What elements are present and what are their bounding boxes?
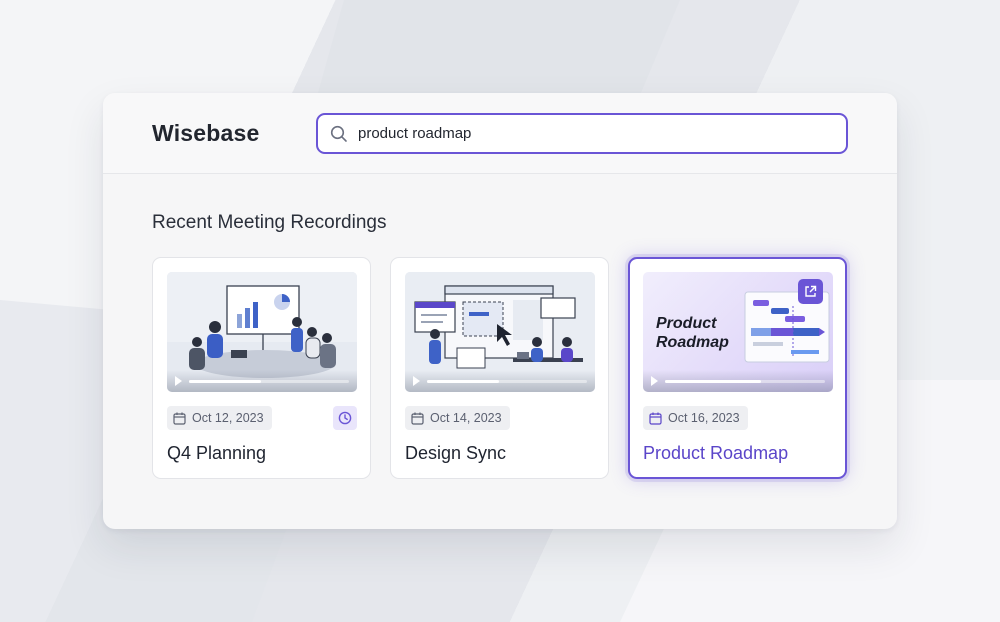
play-icon[interactable] <box>651 376 658 386</box>
section-title: Recent Meeting Recordings <box>152 212 387 233</box>
video-thumbnail[interactable] <box>167 272 357 392</box>
recording-card-q4-planning[interactable]: Oct 12, 2023 Q4 Planning <box>152 257 371 479</box>
calendar-icon <box>411 412 424 425</box>
search-input[interactable] <box>358 125 818 142</box>
recording-card-design-sync[interactable]: Oct 14, 2023 Design Sync <box>390 257 609 479</box>
history-button[interactable] <box>333 406 357 430</box>
video-player-controls <box>405 370 595 392</box>
search-icon <box>330 125 347 142</box>
recording-card-product-roadmap[interactable]: Product Roadmap Oct 16, 2023 Product Roa… <box>628 257 847 479</box>
date-label: Oct 12, 2023 <box>192 411 264 425</box>
play-icon[interactable] <box>175 376 182 386</box>
card-title[interactable]: Design Sync <box>405 443 506 464</box>
clock-icon <box>338 411 352 425</box>
progress-track[interactable] <box>665 380 825 383</box>
video-player-controls <box>643 370 833 392</box>
date-label: Oct 16, 2023 <box>668 411 740 425</box>
date-badge: Oct 14, 2023 <box>405 406 510 430</box>
external-link-icon <box>805 285 817 297</box>
date-badge: Oct 16, 2023 <box>643 406 748 430</box>
video-player-controls <box>167 370 357 392</box>
card-title[interactable]: Product Roadmap <box>643 443 788 464</box>
date-label: Oct 14, 2023 <box>430 411 502 425</box>
app-logo[interactable]: Wisebase <box>152 120 260 147</box>
calendar-icon <box>649 412 662 425</box>
video-thumbnail[interactable] <box>405 272 595 392</box>
card-title[interactable]: Q4 Planning <box>167 443 266 464</box>
progress-track[interactable] <box>427 380 587 383</box>
progress-fill <box>427 380 499 383</box>
header: Wisebase <box>103 93 897 174</box>
thumbnail-title: Product Roadmap <box>656 315 729 351</box>
open-external-button[interactable] <box>798 279 823 304</box>
app-window: Wisebase Recent Meeting Recordings <box>103 93 897 529</box>
search-bar[interactable] <box>316 113 848 154</box>
calendar-icon <box>173 412 186 425</box>
progress-track[interactable] <box>189 380 349 383</box>
play-icon[interactable] <box>413 376 420 386</box>
date-badge: Oct 12, 2023 <box>167 406 272 430</box>
progress-fill <box>665 380 761 383</box>
progress-fill <box>189 380 261 383</box>
video-thumbnail[interactable]: Product Roadmap <box>643 272 833 392</box>
